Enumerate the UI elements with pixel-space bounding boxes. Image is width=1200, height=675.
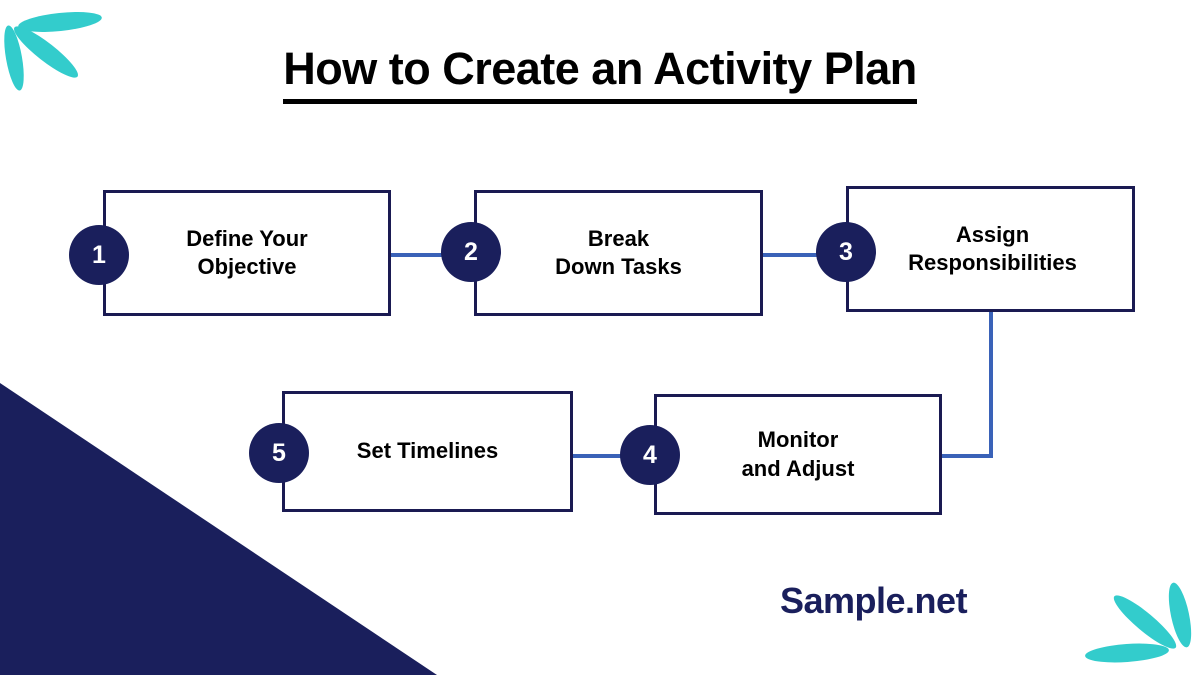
infographic-canvas: How to Create an Activity Plan Define Yo… (0, 0, 1200, 675)
step-number-circle-1[interactable]: 1 (69, 225, 129, 285)
connector-step3-down (989, 312, 993, 458)
step-box-3[interactable]: Assign Responsibilities (846, 186, 1135, 312)
step-number-circle-5[interactable]: 5 (249, 423, 309, 483)
step-number-circle-4[interactable]: 4 (620, 425, 680, 485)
step-box-1[interactable]: Define Your Objective (103, 190, 391, 316)
step-label-1: Define Your Objective (186, 225, 308, 279)
teal-leaf-cluster-bottom-right (1085, 582, 1192, 663)
step-number-5: 5 (272, 438, 286, 467)
step-box-5[interactable]: Set Timelines (282, 391, 573, 512)
page-title: How to Create an Activity Plan (0, 44, 1200, 104)
step-number-3: 3 (839, 237, 853, 266)
step-number-circle-3[interactable]: 3 (816, 222, 876, 282)
page-title-text: How to Create an Activity Plan (283, 44, 917, 104)
step-label-2: Break Down Tasks (555, 225, 682, 279)
step-number-circle-2[interactable]: 2 (441, 222, 501, 282)
step-label-4: Monitor and Adjust (741, 427, 855, 481)
step-number-4: 4 (643, 440, 657, 469)
step-number-2: 2 (464, 237, 478, 266)
step-box-4[interactable]: Monitor and Adjust (654, 394, 942, 515)
step-label-3: Assign Responsibilities (908, 221, 1077, 275)
step-number-1: 1 (92, 240, 106, 269)
step-label-5: Set Timelines (356, 438, 499, 464)
brand-wordmark: Sample.net (780, 580, 968, 621)
step-box-2[interactable]: Break Down Tasks (474, 190, 763, 316)
connector-down-step4 (940, 454, 993, 458)
